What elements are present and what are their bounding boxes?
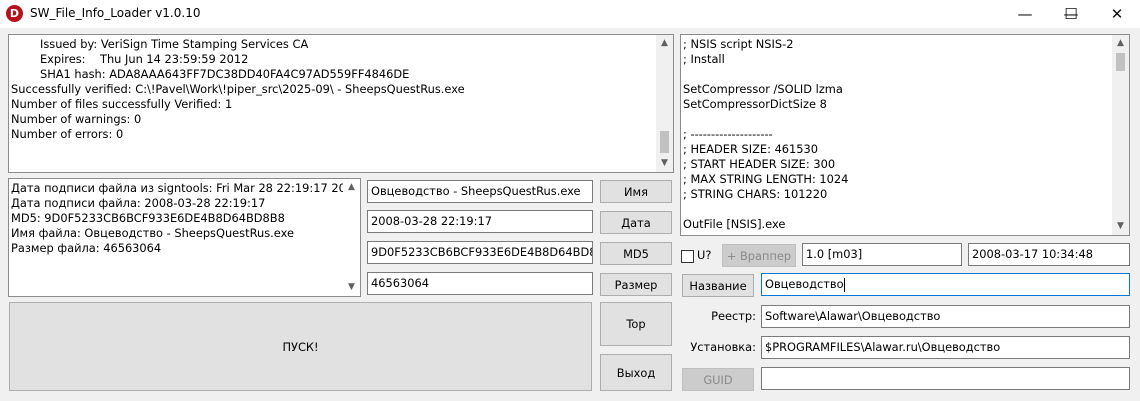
log-scrollbar[interactable]: ▲ ▼ bbox=[656, 35, 673, 172]
info-line: MD5: 9D0F5233CB6BCF933E6DE4B8D64BD8B8 bbox=[11, 211, 285, 225]
log-line: Number of files successfully Verified: 1 bbox=[11, 97, 233, 111]
top-button[interactable]: Top bbox=[600, 302, 672, 346]
version-date-field[interactable]: 2008-03-17 10:34:48 bbox=[968, 243, 1130, 266]
guid-field[interactable] bbox=[761, 367, 1130, 390]
minimize-button[interactable]: — bbox=[1002, 0, 1048, 28]
scroll-thumb[interactable] bbox=[1116, 53, 1125, 71]
nsis-line: SetCompressorDictSize 8 bbox=[683, 97, 827, 111]
md5-button[interactable]: MD5 bbox=[600, 242, 672, 265]
scroll-up-arrow-icon[interactable]: ▲ bbox=[343, 179, 360, 196]
info-line: Дата подписи файла: 2008-03-28 22:19:17 bbox=[11, 196, 266, 210]
nsis-line: ; Install bbox=[683, 52, 725, 66]
verify-log-pane[interactable]: Issued by: VeriSign Time Stamping Servic… bbox=[8, 34, 674, 173]
nsis-script-pane[interactable]: ; NSIS script NSIS-2; Install SetCompres… bbox=[680, 34, 1130, 236]
log-line: Expires: Thu Jun 14 23:59:59 2012 bbox=[11, 52, 249, 66]
info-line: Размер файла: 46563064 bbox=[11, 241, 162, 255]
nsis-line: ; NSIS script NSIS-2 bbox=[683, 37, 794, 51]
registry-field[interactable]: Software\Alawar\Овцеводство bbox=[761, 305, 1130, 328]
log-line: SHA1 hash: ADA8AAA643FF7DC38DD40FA4C97AD… bbox=[11, 67, 410, 81]
sign-date-field[interactable]: 2008-03-28 22:19:17 bbox=[367, 210, 593, 233]
log-line: Issued by: VeriSign Time Stamping Servic… bbox=[11, 37, 309, 51]
run-button[interactable]: ПУСК! bbox=[9, 302, 592, 391]
nsis-line: ; STRING CHARS: 101220 bbox=[683, 187, 828, 201]
nsis-line bbox=[683, 112, 1111, 127]
scroll-down-arrow-icon[interactable]: ▼ bbox=[656, 155, 673, 172]
file-name-field[interactable]: Овцеводство - SheepsQuestRus.exe bbox=[367, 180, 593, 203]
u-checkbox[interactable] bbox=[681, 250, 694, 263]
nsis-line: ; -------------------- bbox=[683, 127, 773, 141]
scroll-up-arrow-icon[interactable]: ▲ bbox=[1112, 35, 1129, 52]
verify-log-text: Issued by: VeriSign Time Stamping Servic… bbox=[11, 37, 655, 142]
maximize-button[interactable]: ☐ bbox=[1048, 0, 1094, 28]
title-field[interactable]: Овцеводство bbox=[761, 273, 1130, 296]
text-cursor bbox=[843, 277, 845, 292]
guid-button[interactable]: GUID bbox=[682, 368, 754, 391]
size-button[interactable]: Размер bbox=[600, 273, 672, 296]
date-button[interactable]: Дата bbox=[600, 211, 672, 234]
u-checkbox-label: U? bbox=[697, 248, 712, 262]
scroll-up-arrow-icon[interactable]: ▲ bbox=[656, 35, 673, 52]
nsis-scrollbar[interactable]: ▲ ▼ bbox=[1112, 35, 1129, 235]
md5-field[interactable]: 9D0F5233CB6BCF933E6DE4B8D64BD8B8 bbox=[367, 241, 593, 264]
window-title: SW_File_Info_Loader v1.0.10 bbox=[30, 6, 201, 20]
install-label: Установка: bbox=[690, 340, 756, 354]
close-button[interactable]: ✕ bbox=[1094, 0, 1140, 28]
nsis-line: ; HEADER SIZE: 461530 bbox=[683, 142, 819, 156]
wrapper-button[interactable]: + Враппер bbox=[722, 244, 796, 267]
nsis-line bbox=[683, 202, 1111, 217]
title-button[interactable]: Название bbox=[682, 274, 754, 297]
log-line: Number of errors: 0 bbox=[11, 127, 124, 141]
scroll-down-arrow-icon[interactable]: ▼ bbox=[1112, 218, 1129, 235]
log-line: Successfully verified: C:\!Pavel\Work\!p… bbox=[11, 82, 465, 96]
nsis-line: SetCompressor /SOLID lzma bbox=[683, 82, 843, 96]
nsis-line bbox=[683, 67, 1111, 82]
title-bar: D SW_File_Info_Loader v1.0.10 — bbox=[0, 0, 1140, 28]
nsis-script-text: ; NSIS script NSIS-2; Install SetCompres… bbox=[683, 37, 1111, 232]
name-button[interactable]: Имя bbox=[600, 180, 672, 203]
app-logo-icon: D bbox=[6, 5, 23, 22]
nsis-line: OutFile [NSIS].exe bbox=[683, 217, 786, 231]
info-line: Имя файла: Овцеводство - SheepsQuestRus.… bbox=[11, 226, 294, 240]
exit-button[interactable]: Выход bbox=[600, 354, 672, 391]
info-scrollbar[interactable]: ▲ ▼ bbox=[343, 179, 360, 296]
title-field-value: Овцеводство bbox=[765, 277, 844, 291]
scroll-thumb[interactable] bbox=[660, 131, 669, 153]
install-path-field[interactable]: $PROGRAMFILES\Alawar.ru\Овцеводство bbox=[761, 336, 1130, 359]
file-size-field[interactable]: 46563064 bbox=[367, 272, 593, 295]
file-info-pane[interactable]: Дата подписи файла из signtools: Fri Mar… bbox=[8, 178, 361, 297]
file-info-text: Дата подписи файла из signtools: Fri Mar… bbox=[11, 181, 361, 256]
version-field[interactable]: 1.0 [m03] bbox=[802, 243, 962, 266]
registry-label: Реестр: bbox=[711, 309, 756, 323]
nsis-line: ; START HEADER SIZE: 300 bbox=[683, 157, 836, 171]
scroll-down-arrow-icon[interactable]: ▼ bbox=[343, 279, 360, 296]
info-line: Дата подписи файла из signtools: Fri Mar… bbox=[11, 181, 361, 195]
nsis-line: ; MAX STRING LENGTH: 1024 bbox=[683, 172, 849, 186]
log-line: Number of warnings: 0 bbox=[11, 112, 142, 126]
